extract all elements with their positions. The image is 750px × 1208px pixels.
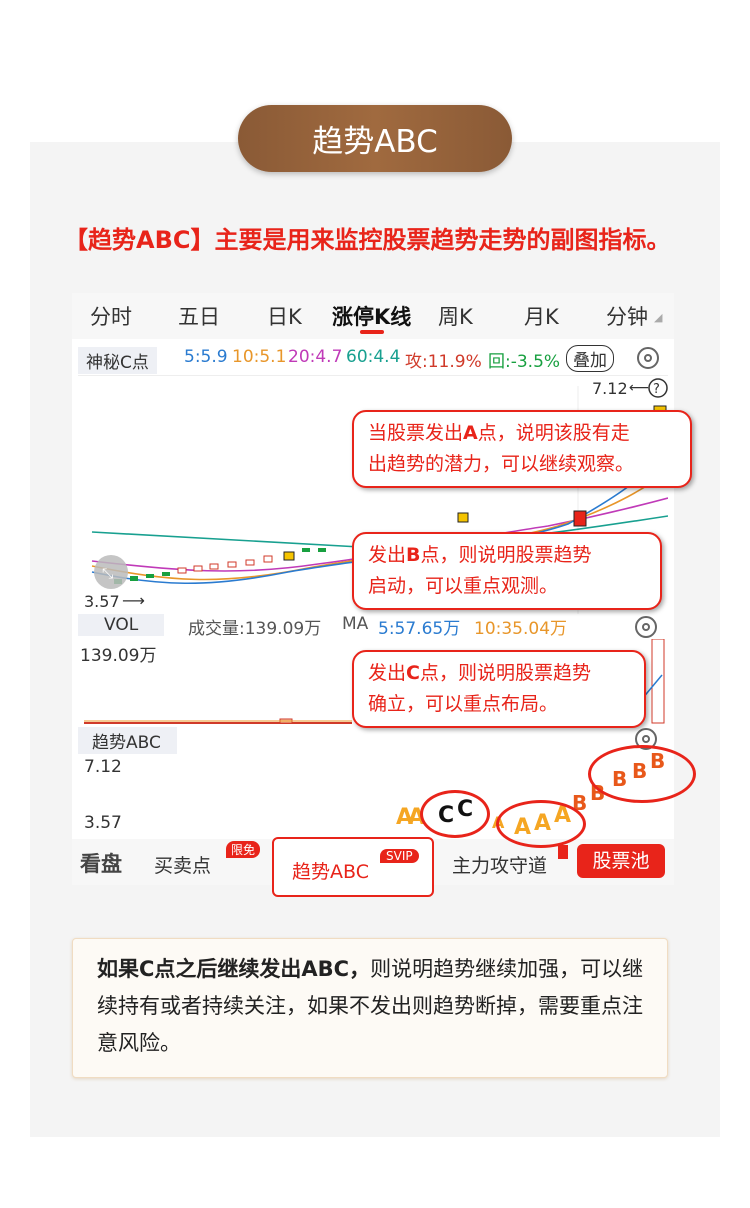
- candle: [318, 548, 326, 552]
- indicator-name[interactable]: 神秘C点: [78, 347, 157, 374]
- ma10-value: 10:5.1: [232, 347, 287, 367]
- subchart-low-label: 3.57: [84, 813, 122, 833]
- section-title: 趋势ABC: [312, 124, 438, 160]
- callout-c: 发出C点，则说明股票趋势 确立，可以重点布局。: [352, 650, 646, 728]
- tab-limit-up-k[interactable]: 涨停K线: [332, 301, 411, 331]
- note-paragraph: 如果C点之后继续发出ABC，则说明趋势继续加强，可以继续持有或者持续关注，如果不…: [97, 951, 657, 1062]
- b-point-circle: [588, 745, 696, 803]
- volume-row: VOL 成交量:139.09万 MA 5:57.65万 10:35.04万: [72, 611, 674, 639]
- svip-badge: SVIP: [380, 849, 419, 863]
- candle: [146, 574, 154, 578]
- volume-ma-label: MA: [342, 614, 369, 634]
- candle: [162, 572, 170, 576]
- low-arrow-icon: ⟶: [122, 591, 145, 610]
- volume-max-label: 139.09万: [80, 646, 156, 666]
- active-tab-underline: [360, 330, 384, 334]
- callout-c-text: 发出: [368, 662, 407, 684]
- indicator-row: 神秘C点 5:5.9 10:5.1 20:4.7 60:4.4 攻:11.9% …: [72, 343, 674, 374]
- expand-arrows-glyph: ⤡: [102, 566, 113, 582]
- candle: [263, 555, 273, 563]
- candle: [193, 565, 203, 572]
- callout-b-text: 点，则说明股票趋势: [420, 544, 592, 566]
- stock-pool-button[interactable]: 股票池: [577, 844, 665, 878]
- callout-b-text: 发出: [368, 544, 407, 566]
- candle: [130, 576, 138, 581]
- volume-tag[interactable]: VOL: [78, 614, 165, 636]
- tab-monthly-k[interactable]: 月K: [524, 301, 559, 331]
- subchart-header: 趋势ABC: [72, 725, 674, 754]
- candle: [245, 559, 255, 566]
- period-tabs: 分时 五日 日K 涨停K线 周K 月K 分钟 ◢: [72, 293, 674, 339]
- overlay-button[interactable]: 叠加: [566, 345, 614, 372]
- ma60-value: 60:4.4: [346, 347, 401, 367]
- callout-a-text: 出趋势的潜力，可以继续观察。: [368, 453, 635, 475]
- volume-settings-gear-icon[interactable]: [635, 616, 657, 638]
- callout-a-text: 点，说明该股有走: [477, 422, 630, 444]
- tab-daily-k[interactable]: 日K: [267, 301, 302, 331]
- intro-text: 【趋势ABC】主要是用来监控股票趋势走势的副图指标。: [64, 226, 671, 254]
- b-signal-box: [573, 510, 587, 527]
- callout-c-key: C: [406, 662, 420, 684]
- callout-a-text: 当股票发出: [368, 422, 464, 444]
- ma5-value: 5:5.9: [184, 347, 228, 367]
- subchart-name[interactable]: 趋势ABC: [78, 727, 177, 754]
- volume-ma5: 5:57.65万: [378, 619, 461, 639]
- callout-b-text: 启动，可以重点观测。: [368, 575, 559, 597]
- candle: [209, 563, 219, 570]
- buy-sell-tab[interactable]: 买卖点: [154, 851, 211, 878]
- candle: [302, 548, 310, 552]
- callout-c-text: 确立，可以重点布局。: [368, 693, 559, 715]
- tab-five-day[interactable]: 五日: [178, 301, 220, 331]
- c-point-circle: [420, 790, 490, 838]
- callout-c-text: 点，则说明股票趋势: [419, 662, 591, 684]
- ma20-value: 20:4.7: [288, 347, 343, 367]
- a-signal-box: [457, 512, 469, 523]
- tab-minute[interactable]: 分钟: [606, 301, 648, 331]
- indicator-settings-gear-icon[interactable]: [637, 347, 659, 369]
- brand-label: 看盘: [80, 852, 122, 876]
- note-box: 如果C点之后继续发出ABC，则说明趋势继续加强，可以继续持有或者持续关注，如果不…: [72, 938, 668, 1078]
- candle: [227, 561, 237, 568]
- retreat-value: 回:-3.5%: [488, 352, 561, 372]
- attack-value: 攻:11.9%: [405, 352, 482, 372]
- a-point-circle: [496, 800, 586, 848]
- volume-ma10: 10:35.04万: [474, 619, 568, 639]
- limited-badge: 限免: [226, 841, 261, 858]
- trend-abc-tab-label: 趋势ABC: [292, 861, 369, 883]
- main-force-badge: [558, 845, 568, 859]
- note-bold: 如果C点之后继续发出ABC，: [97, 957, 371, 981]
- price-low-label: 3.57: [84, 592, 120, 611]
- high-arrow-icon: ⟵: [629, 380, 649, 396]
- section-title-pill: 趋势ABC: [238, 105, 512, 172]
- a-signal-box: [283, 551, 295, 561]
- volume-bar: [651, 639, 665, 724]
- subchart-high-label: 7.12: [84, 757, 122, 777]
- trend-abc-tab[interactable]: 趋势ABC SVIP: [272, 837, 434, 897]
- callout-b: 发出B点，则说明股票趋势 启动，可以重点观测。: [352, 532, 662, 610]
- volume-text: 成交量:139.09万: [188, 619, 322, 639]
- callout-a-key: A: [463, 422, 478, 444]
- help-glyph: ?: [653, 382, 660, 397]
- price-high-label: 7.12: [592, 379, 628, 398]
- callout-b-key: B: [406, 544, 421, 566]
- tab-minute-caret-icon: ◢: [654, 311, 663, 324]
- tab-weekly-k[interactable]: 周K: [438, 301, 473, 331]
- callout-a: 当股票发出A点，说明该股有走 出趋势的潜力，可以继续观察。: [352, 410, 692, 488]
- main-force-tab[interactable]: 主力攻守道: [452, 851, 547, 878]
- candle: [177, 567, 187, 574]
- tab-intraday[interactable]: 分时: [90, 301, 132, 331]
